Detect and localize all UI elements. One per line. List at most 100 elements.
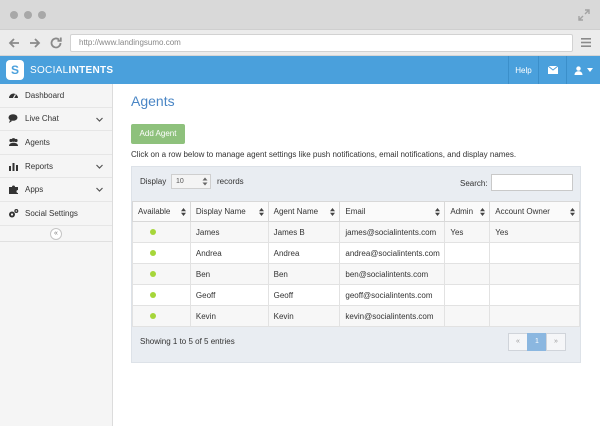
sort-icon [330,208,336,216]
column-header-account-owner[interactable]: Account Owner [489,201,580,222]
sidebar-item-dashboard[interactable]: Dashboard [0,84,112,108]
availability-cell [132,221,191,243]
column-header-label: Display Name [195,207,246,216]
column-header-agent-name[interactable]: Agent Name [267,201,341,222]
page-title: Agents [131,93,175,109]
table-row[interactable]: Andrea Andrea andrea@socialintents.com [132,242,580,264]
minimize-window-dot[interactable] [24,11,32,19]
admin-cell [444,284,491,306]
sidebar-item-social-settings[interactable]: Social Settings [0,202,112,226]
help-button[interactable]: Help [508,56,538,84]
pagination: « 1 » [508,333,566,351]
admin-cell [444,305,491,327]
prev-page-button[interactable]: « [508,333,528,351]
collapse-sidebar-button[interactable]: « [50,227,62,240]
user-menu-button[interactable] [566,56,600,84]
sidebar-collapse-row: « [0,226,112,242]
column-header-label: Agent Name [273,207,319,216]
sidebar-item-label: Social Settings [25,208,78,218]
sort-icon [180,208,186,216]
sidebar-item-live-chat[interactable]: Live Chat [0,108,112,132]
messages-button[interactable] [538,56,566,84]
availability-cell [132,263,191,285]
records-per-page-select[interactable]: 10 [171,174,211,189]
admin-cell [444,263,491,285]
envelope-icon [547,66,558,74]
browser-menu-icon[interactable] [581,38,591,47]
sort-icon [480,208,486,216]
online-status-dot [150,228,156,235]
chevron-down-icon [96,187,103,193]
admin-cell [444,242,491,264]
fullscreen-icon[interactable] [578,9,590,21]
search-label: Search: [460,179,488,188]
chevron-down-icon [96,164,103,169]
chart-icon [9,162,18,171]
table-info-text: Showing 1 to 5 of 5 entries [140,337,235,346]
column-header-admin[interactable]: Admin [444,201,491,222]
account-owner-cell: Yes [489,221,580,243]
sidebar-item-label: Dashboard [25,90,65,100]
sidebar-item-label: Reports [25,161,54,171]
column-header-label: Admin [450,207,474,216]
puzzle-icon [9,185,18,195]
table-row[interactable]: Geoff Geoff geoff@socialintents.com [132,284,580,306]
forward-arrow-icon[interactable] [27,35,43,51]
column-header-label: Account Owner [495,207,550,216]
sidebar-item-apps[interactable]: Apps [0,178,112,202]
instruction-text: Click on a row below to manage agent set… [131,150,517,159]
browser-toolbar: http://www.landingsumo.com [0,30,600,56]
stepper-arrows-icon [202,177,208,186]
help-label: Help [515,65,532,75]
search-input[interactable] [491,174,573,191]
records-per-page-value: 10 [176,178,184,185]
account-owner-cell [489,263,580,285]
online-status-dot [150,249,156,256]
sort-icon [258,208,264,216]
availability-cell [132,284,191,306]
table-row[interactable]: Ben Ben ben@socialintents.com [132,263,580,285]
sidebar-item-agents[interactable]: Agents [0,131,112,155]
page-1-button[interactable]: 1 [527,333,547,351]
online-status-dot [150,270,156,277]
table-row[interactable]: James James B james@socialintents.com Ye… [132,221,580,243]
table-header-row: Available Display Name Agent Name Email … [132,201,580,222]
sort-icon [435,208,441,216]
add-agent-button[interactable]: Add Agent [131,124,185,144]
column-header-email[interactable]: Email [339,201,446,222]
display-name-cell: Andrea [189,242,269,264]
online-status-dot [150,312,156,319]
column-header-available[interactable]: Available [132,201,191,222]
zoom-window-dot[interactable] [38,11,46,19]
brand-logo[interactable]: S SOCIALINTENTS [6,60,113,80]
url-field[interactable]: http://www.landingsumo.com [70,34,573,52]
back-arrow-icon[interactable] [6,35,22,51]
email-cell: kevin@socialintents.com [339,305,446,327]
browser-window: http://www.landingsumo.com S SOCIALINTEN… [0,0,600,426]
users-icon [9,138,18,146]
display-name-cell: Geoff [189,284,269,306]
column-header-label: Available [138,207,171,216]
gears-icon [9,208,19,218]
dashboard-icon [9,93,18,99]
agent-name-cell: Geoff [267,284,341,306]
account-owner-cell [489,284,580,306]
column-header-display-name[interactable]: Display Name [189,201,269,222]
next-page-button[interactable]: » [546,333,566,351]
sidebar: Dashboard Live Chat Agents Reports Apps … [0,84,113,426]
sidebar-item-label: Agents [25,137,50,147]
header-actions: Help [508,56,600,84]
logo-icon: S [6,60,24,80]
agents-table-panel: Display 10 records Search: Available Dis… [131,166,581,363]
email-cell: ben@socialintents.com [339,263,446,285]
chevron-down-icon [96,117,103,122]
app-header: S SOCIALINTENTS Help [0,56,600,84]
sidebar-item-reports[interactable]: Reports [0,155,112,179]
reload-icon[interactable] [48,35,64,51]
brand-name-light: SOCIAL [30,64,69,76]
close-window-dot[interactable] [10,11,18,19]
sort-icon [570,208,575,216]
account-owner-cell [489,242,580,264]
chat-icon [8,114,18,124]
table-row[interactable]: Kevin Kevin kevin@socialintents.com [132,305,580,327]
